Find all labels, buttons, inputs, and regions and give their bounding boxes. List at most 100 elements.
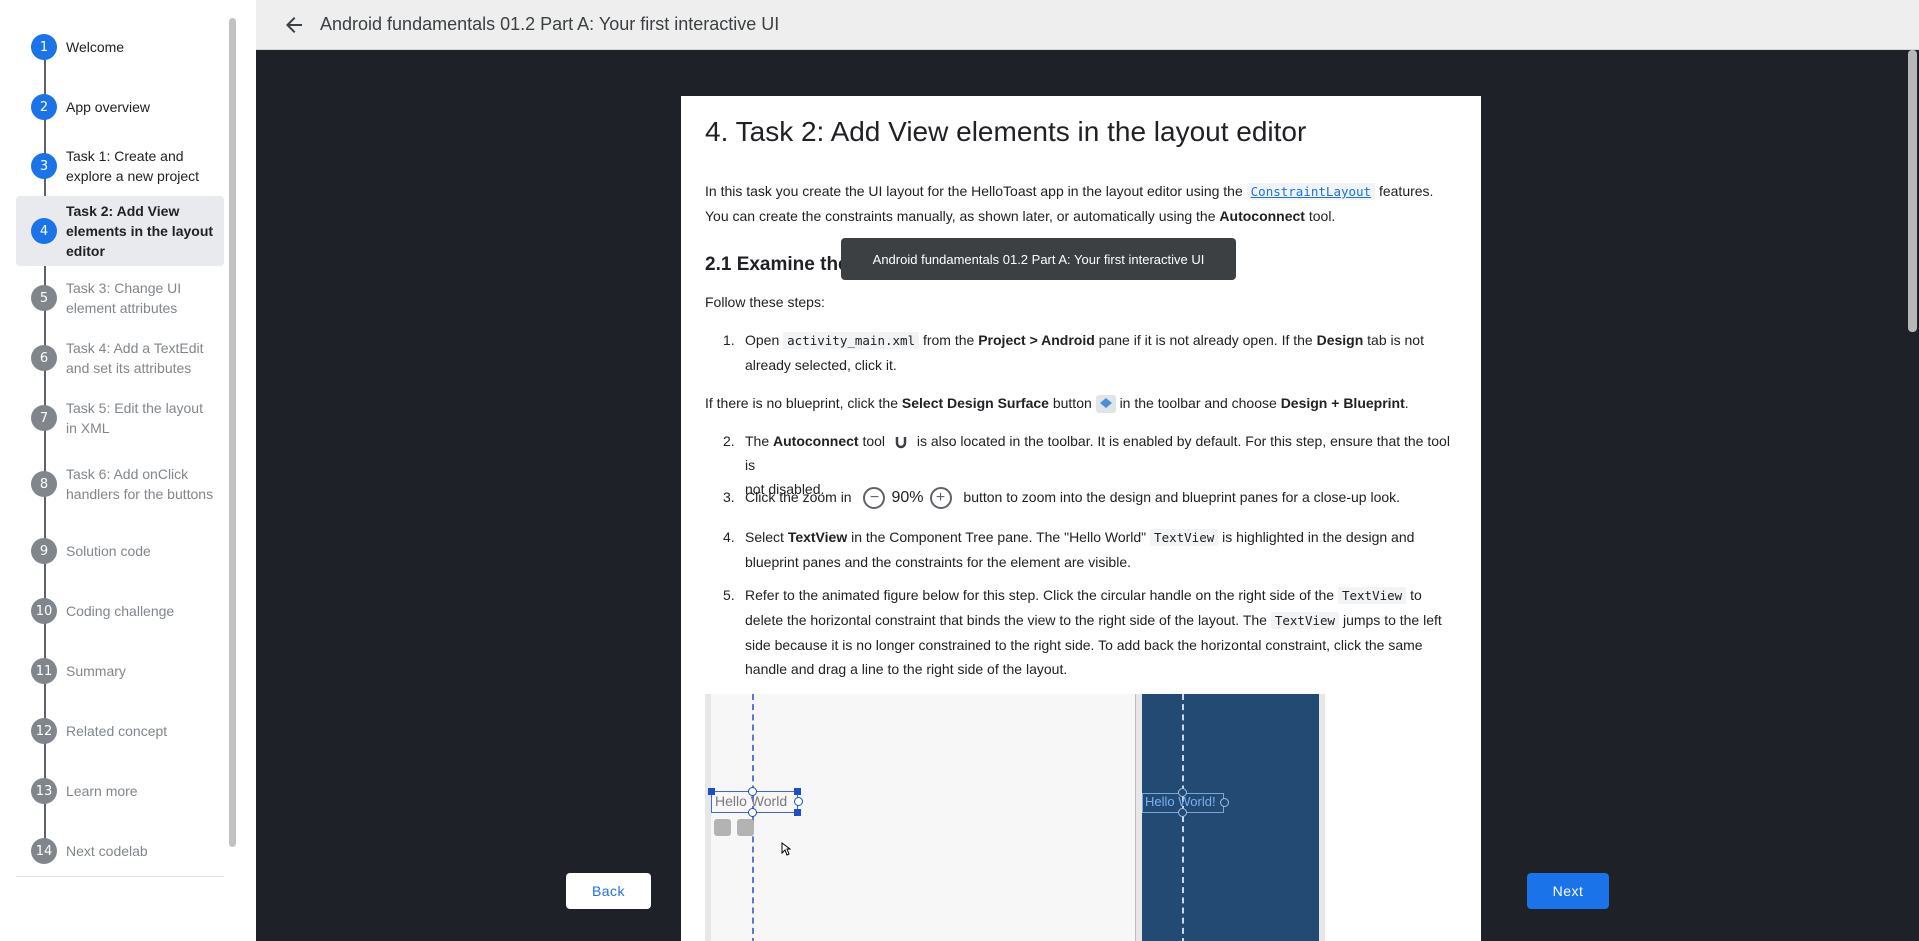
list-number: 3. (723, 489, 735, 505)
sidebar-step-12[interactable]: 12 Related concept (16, 715, 224, 747)
back-button[interactable]: Back (566, 873, 651, 909)
list-text: button to zoom into the design and bluep… (963, 489, 1401, 505)
sidebar-step-11[interactable]: 11 Summary (16, 655, 224, 687)
step-number: 1 (31, 34, 57, 60)
list-item-1: 1. Open activity_main.xml from the Proje… (723, 328, 1461, 377)
list-text: tool (862, 433, 886, 449)
page-title: Android fundamentals 01.2 Part A: Your f… (320, 14, 780, 34)
step-number: 8 (31, 471, 57, 497)
list-number: 5. (723, 587, 735, 603)
zoom-control: − 90% + (863, 486, 952, 510)
step-label: Coding challenge (66, 603, 175, 619)
step-number: 14 (31, 838, 57, 864)
list-text: The (745, 433, 770, 449)
bold-text: Autoconnect (773, 433, 859, 449)
step-label: Next codelab (66, 843, 148, 859)
next-button[interactable]: Next (1527, 873, 1609, 909)
list-item-4: 4. Select TextView in the Component Tree… (723, 525, 1461, 574)
list-text: already selected, click it. (745, 357, 897, 373)
constraint-handle (1220, 798, 1229, 807)
sidebar-step-14[interactable]: 14 Next codelab (16, 835, 224, 867)
blueprint-note: If there is no blueprint, click the Sele… (705, 391, 1461, 415)
list-text: Open (745, 332, 780, 348)
step-label: Welcome (66, 39, 125, 55)
step-label: Summary (66, 663, 126, 679)
list-number: 4. (723, 529, 735, 545)
step-label: Task 5: Edit the layout in XML (66, 400, 203, 436)
step-number: 12 (31, 718, 57, 744)
note-text: button (1052, 395, 1092, 411)
top-bar: Android fundamentals 01.2 Part A: Your f… (256, 0, 1919, 50)
bold-text: TextView (787, 529, 848, 545)
resize-handle (794, 809, 801, 816)
bold-text: Select Design Surface (901, 395, 1049, 411)
constraintlayout-link[interactable]: ConstraintLayout (1246, 183, 1376, 200)
step-label: Related concept (66, 723, 168, 739)
step-number: 13 (31, 778, 57, 804)
layout-editor-figure: Hello World Hello World! (705, 694, 1325, 941)
list-text: in the Component Tree pane. The "Hello W… (851, 529, 1147, 545)
sidebar-scrollbar[interactable] (229, 18, 236, 847)
title-tooltip: Android fundamentals 01.2 Part A: Your f… (841, 238, 1236, 280)
list-text: blueprint panes and the constraints for … (745, 554, 1132, 570)
list-text: to (1410, 587, 1422, 603)
main-scrollbar-thumb[interactable] (1908, 50, 1917, 332)
intro-text: features. (1378, 183, 1434, 199)
bold-text: Design (1316, 332, 1364, 348)
intro-text: You can create the constraints manually,… (705, 208, 1216, 224)
list-text: delete the horizontal constraint that bi… (745, 612, 1267, 628)
resize-handle (708, 788, 715, 795)
sidebar-step-2[interactable]: 2 App overview (16, 91, 224, 123)
step-label: Task 6: Add onClick handlers for the but… (66, 466, 214, 502)
constraint-handle (1178, 788, 1187, 797)
sidebar-step-10[interactable]: 10 Coding challenge (16, 595, 224, 627)
list-item-5: 5. Refer to the animated figure below fo… (723, 583, 1461, 681)
autoconnect-bold: Autoconnect (1219, 208, 1305, 224)
list-number: 1. (723, 332, 735, 348)
sidebar-step-1[interactable]: 1 Welcome (16, 31, 224, 63)
sidebar-step-5[interactable]: 5 Task 3: Change UI element attributes (16, 278, 224, 318)
list-text: pane if it is not already open. If the (1098, 332, 1313, 348)
sidebar-step-4[interactable]: 4 Task 2: Add View elements in the layou… (16, 196, 224, 266)
sidebar-step-6[interactable]: 6 Task 4: Add a TextEdit and set its att… (16, 338, 224, 378)
follow-steps-text: Follow these steps: (705, 294, 825, 310)
step-label: App overview (66, 99, 151, 115)
inline-code: TextView (1270, 612, 1340, 629)
step-number: 2 (31, 94, 57, 120)
constraint-handle (748, 787, 757, 796)
list-item-3: 3. Click the zoom in − 90% + button to z… (723, 485, 1461, 510)
zoom-out-icon: − (863, 487, 886, 510)
constraint-handle (794, 797, 803, 806)
inline-code: TextView (1337, 587, 1407, 604)
list-text: side because it is no longer constrained… (745, 637, 1423, 653)
zoom-in-icon: + (929, 487, 952, 510)
step-number: 11 (31, 658, 57, 684)
design-surface-icon (1095, 395, 1116, 414)
sidebar-step-8[interactable]: 8 Task 6: Add onClick handlers for the b… (16, 454, 224, 514)
inline-code: TextView (1150, 529, 1219, 546)
step-number: 4 (31, 218, 57, 244)
step-label: Task 3: Change UI element attributes (66, 280, 182, 316)
back-arrow-icon[interactable] (282, 13, 306, 37)
list-text: tab is not (1367, 332, 1424, 348)
sidebar-step-13[interactable]: 13 Learn more (16, 775, 224, 807)
intro-paragraph: In this task you create the UI layout fo… (705, 179, 1461, 228)
inline-code: activity_main.xml (783, 332, 920, 349)
sidebar-step-3[interactable]: 3 Task 1: Create and explore a new proje… (16, 146, 224, 186)
sidebar-step-9[interactable]: 9 Solution code (16, 535, 224, 567)
step-number: 7 (31, 405, 57, 431)
intro-text: tool. (1308, 208, 1336, 224)
step-number: 10 (31, 598, 57, 624)
step-label: Solution code (66, 543, 151, 559)
constraint-handle (1178, 808, 1187, 817)
step-sidebar: 1 Welcome 2 App overview 3 Task 1: Creat… (0, 0, 256, 941)
constraint-line (1182, 694, 1184, 941)
list-text: is highlighted in the design and (1222, 529, 1415, 545)
list-text: jumps to the left (1342, 612, 1442, 628)
list-number: 2. (723, 433, 735, 449)
list-text: Click the zoom in (745, 489, 852, 505)
step-content-card: 4. Task 2: Add View elements in the layo… (681, 96, 1481, 941)
sidebar-step-7[interactable]: 7 Task 5: Edit the layout in XML (16, 398, 224, 438)
baseline-icon (714, 819, 731, 836)
note-text: . (1404, 395, 1409, 411)
